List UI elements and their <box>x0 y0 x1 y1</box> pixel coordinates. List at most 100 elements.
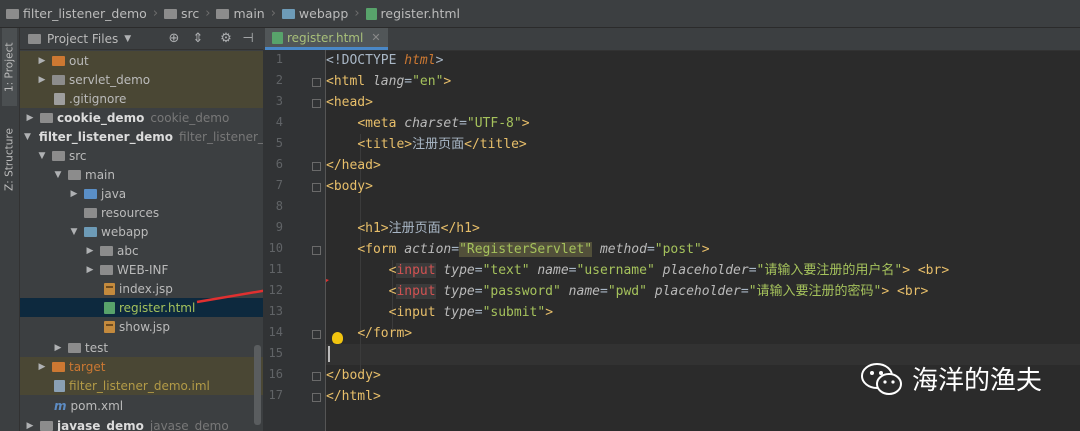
expand-arrow-icon[interactable]: ▶ <box>68 189 80 199</box>
breadcrumb-file[interactable]: register.html <box>365 6 461 21</box>
hide-panel-icon[interactable]: ⊣ <box>240 31 256 47</box>
dropdown-arrow-icon[interactable]: ▼ <box>124 34 131 44</box>
doctype-token: <!DOCTYPE <box>326 53 405 68</box>
fold-marker-icon[interactable] <box>312 99 321 108</box>
expand-arrow-icon[interactable]: ▶ <box>24 421 36 431</box>
project-files-icon <box>28 33 41 44</box>
code-line-3: <head> <box>326 95 373 110</box>
expand-arrow-icon[interactable]: ▶ <box>36 75 48 85</box>
line-number: 3 <box>275 94 283 108</box>
structure-tool-tab-label: Z: Structure <box>3 128 16 192</box>
attr-value: "password" <box>482 284 561 299</box>
expand-arrow-icon[interactable]: ▶ <box>84 246 96 256</box>
tree-item-label: WEB-INF <box>117 262 169 277</box>
folder-icon <box>68 169 81 180</box>
tree-item-target[interactable]: ▶ target <box>20 357 263 376</box>
fold-marker-icon[interactable] <box>312 372 321 381</box>
tree-item-javase-demo[interactable]: ▶ javase_demo javase_demo <box>20 416 263 431</box>
line-number: 9 <box>275 220 283 234</box>
fold-marker-icon[interactable] <box>312 246 321 255</box>
tree-item-label: target <box>69 359 106 374</box>
line-number: 10 <box>268 241 283 255</box>
folder-icon <box>164 8 178 19</box>
structure-tool-tab[interactable]: Z: Structure <box>2 120 17 200</box>
folder-icon <box>100 264 113 275</box>
expand-arrow-icon[interactable]: ▶ <box>36 56 48 66</box>
tree-item-src[interactable]: ▼ src <box>20 146 263 165</box>
collapse-arrow-icon[interactable]: ▼ <box>36 151 48 161</box>
project-tree-scrollbar[interactable] <box>254 345 261 425</box>
html-file-icon <box>272 31 283 44</box>
web-folder-icon <box>281 8 295 19</box>
tree-item-label: register.html <box>119 300 196 315</box>
gear-icon[interactable]: ⚙ <box>218 31 234 47</box>
tree-item-show-jsp[interactable]: show.jsp <box>20 317 263 336</box>
jsp-file-icon <box>104 320 115 333</box>
tree-item-resources[interactable]: resources <box>20 203 263 222</box>
locate-file-icon[interactable]: ⊕ <box>166 31 182 47</box>
collapse-arrow-icon[interactable]: ▼ <box>24 132 31 142</box>
tab-register-html[interactable]: register.html ✕ <box>265 28 388 50</box>
line-number: 4 <box>275 115 283 129</box>
code-line-7: <body> <box>326 179 373 194</box>
tree-item-abc[interactable]: ▶ abc <box>20 241 263 260</box>
expand-arrow-icon[interactable]: ▶ <box>84 265 96 275</box>
tree-item-java[interactable]: ▶ java <box>20 184 263 203</box>
tree-item-label: filter_listener_demo.iml <box>69 378 210 393</box>
close-icon[interactable]: ✕ <box>371 31 380 44</box>
fold-marker-icon[interactable] <box>312 78 321 87</box>
tree-item-cookie-demo[interactable]: ▶ cookie_demo cookie_demo <box>20 108 263 127</box>
tree-item-label: pom.xml <box>70 398 124 413</box>
code-line-17: </html> <box>326 389 381 404</box>
tree-item-label: main <box>85 167 115 182</box>
expand-arrow-icon[interactable]: ▶ <box>36 362 48 372</box>
project-view-selector[interactable]: Project Files <box>47 32 118 46</box>
collapse-arrow-icon[interactable]: ▼ <box>52 170 64 180</box>
collapse-arrow-icon[interactable]: ▼ <box>68 227 80 237</box>
tree-item-pom-xml[interactable]: m pom.xml <box>20 396 263 415</box>
collapse-all-icon[interactable]: ⇕ <box>190 31 206 47</box>
folder-icon <box>100 245 113 256</box>
breadcrumb-label: register.html <box>380 6 461 21</box>
breadcrumb-separator: › <box>354 6 360 21</box>
html-file-icon <box>104 301 115 314</box>
tree-item-main[interactable]: ▼ main <box>20 165 263 184</box>
code-line-4: <meta charset="UTF-8"> <box>357 116 530 131</box>
line-number: 15 <box>268 346 283 360</box>
fold-marker-icon[interactable] <box>312 183 321 192</box>
expand-arrow-icon[interactable]: ▶ <box>24 113 36 123</box>
expand-arrow-icon[interactable]: ▶ <box>52 343 64 353</box>
project-tool-tab[interactable]: 1: Project <box>2 28 17 106</box>
breadcrumb-main[interactable]: main <box>216 6 265 21</box>
breadcrumb-project[interactable]: filter_listener_demo <box>6 6 147 21</box>
code-line-9: <h1>注册页面</h1> <box>357 221 480 236</box>
tree-item-out[interactable]: ▶ out <box>20 51 263 70</box>
breadcrumb: filter_listener_demo › src › main › weba… <box>0 0 1080 28</box>
breadcrumb-webapp[interactable]: webapp <box>281 6 348 21</box>
tree-item-iml[interactable]: filter_listener_demo.iml <box>20 376 263 395</box>
wechat-icon <box>861 362 902 395</box>
tree-item-webapp[interactable]: ▼ webapp <box>20 222 263 241</box>
watermark: 海洋的渔夫 <box>860 360 1042 397</box>
tree-item-filter-listener-demo[interactable]: ▼ filter_listener_demo filter_listener_d… <box>20 127 263 146</box>
fold-marker-icon[interactable] <box>312 393 321 402</box>
module-name: filter_listener_demo <box>179 129 263 144</box>
tree-item-label: test <box>85 340 109 355</box>
folder-icon <box>52 150 65 161</box>
folder-icon <box>52 74 65 85</box>
tree-item-test[interactable]: ▶ test <box>20 338 263 357</box>
tree-item-servlet-demo[interactable]: ▶ servlet_demo <box>20 70 263 89</box>
attr-value: "pwd" <box>607 284 647 299</box>
watermark-text: 海洋的渔夫 <box>912 366 1043 396</box>
fold-marker-icon[interactable] <box>312 162 321 171</box>
fold-marker-icon[interactable] <box>312 330 321 339</box>
line-number: 6 <box>275 157 283 171</box>
tree-item-gitignore[interactable]: .gitignore <box>20 89 263 108</box>
attr-value: "text" <box>482 263 530 278</box>
folder-icon <box>68 342 81 353</box>
tab-label: register.html <box>287 30 364 45</box>
breadcrumb-src[interactable]: src <box>164 6 199 21</box>
tree-item-label: webapp <box>101 224 149 239</box>
tree-item-label: javase_demo <box>57 418 144 431</box>
tool-window-strip: 1: Project Z: Structure <box>0 28 20 431</box>
